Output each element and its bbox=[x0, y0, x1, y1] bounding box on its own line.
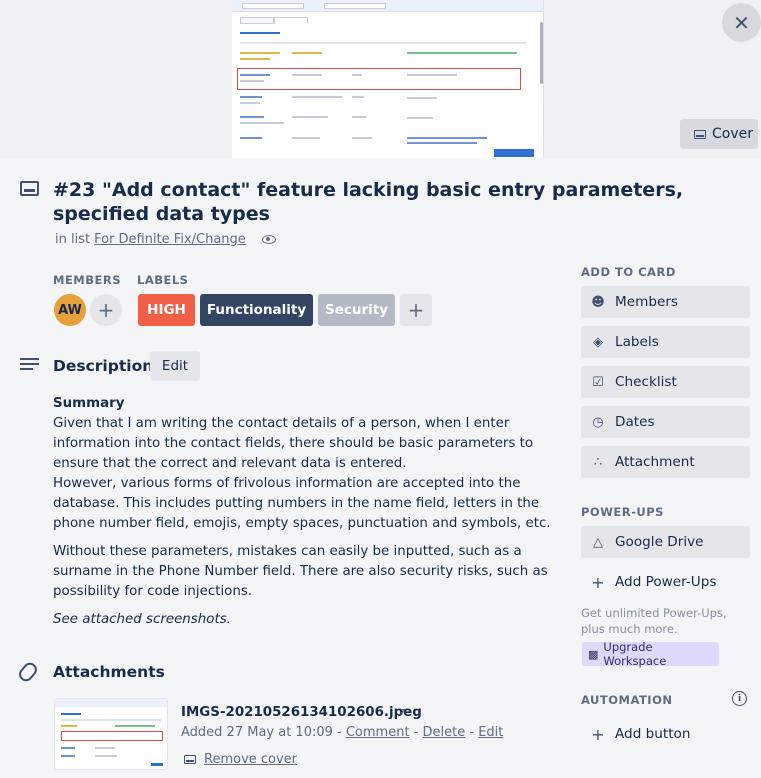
attachment-meta: Added 27 May at 10:09 - Comment - Delete… bbox=[181, 725, 503, 740]
attachment-button-label: Attachment bbox=[615, 454, 695, 470]
card-title-icon bbox=[20, 181, 39, 196]
description-paragraph-3: Without these parameters, mistakes can e… bbox=[53, 544, 548, 599]
close-icon: ✕ bbox=[733, 10, 750, 35]
description-note: See attached screenshots. bbox=[53, 612, 231, 627]
label-security[interactable]: Security bbox=[318, 294, 395, 326]
briefcase-icon: ▩ bbox=[588, 647, 599, 661]
label-functionality[interactable]: Functionality bbox=[200, 294, 313, 326]
google-drive-button[interactable]: △ Google Drive bbox=[581, 526, 750, 558]
info-icon[interactable]: i bbox=[732, 691, 747, 706]
attachments-heading: Attachments bbox=[53, 663, 165, 681]
members-heading: MEMBERS bbox=[53, 273, 122, 287]
attachment-file-name[interactable]: IMGS-20210526134102606.jpeg bbox=[181, 705, 422, 720]
description-icon bbox=[20, 358, 39, 373]
google-drive-label: Google Drive bbox=[615, 534, 704, 550]
members-button-label: Members bbox=[615, 294, 678, 310]
upgrade-workspace-label: Upgrade Workspace bbox=[603, 640, 667, 668]
member-avatar[interactable]: AW bbox=[54, 294, 86, 326]
members-button[interactable]: ☻ Members bbox=[581, 286, 750, 318]
attachment-thumbnail[interactable] bbox=[54, 698, 168, 770]
watch-eye-icon[interactable] bbox=[261, 235, 276, 244]
add-button-button[interactable]: + Add button bbox=[581, 718, 750, 750]
description-edit-button[interactable]: Edit bbox=[150, 351, 200, 381]
upgrade-workspace-button[interactable]: ▩ Upgrade Workspace bbox=[582, 640, 719, 668]
summary-heading: Summary bbox=[53, 396, 125, 411]
close-button[interactable]: ✕ bbox=[722, 3, 761, 42]
labels-button-label: Labels bbox=[615, 334, 659, 350]
add-label-button[interactable]: + bbox=[400, 294, 432, 326]
description-paragraph-2: However, various forms of frivolous info… bbox=[53, 476, 551, 531]
attachment-button[interactable]: ∴ Attachment bbox=[581, 446, 750, 478]
google-drive-icon: △ bbox=[593, 534, 603, 550]
paperclip-icon: ∴ bbox=[593, 454, 603, 470]
label-high[interactable]: HIGH bbox=[138, 294, 195, 326]
checklist-button[interactable]: ☑ Checklist bbox=[581, 366, 750, 398]
remove-cover-label: Remove cover bbox=[204, 752, 298, 767]
tag-icon: ◈ bbox=[593, 334, 603, 350]
dates-button[interactable]: ◷ Dates bbox=[581, 406, 750, 438]
plus-icon: + bbox=[591, 572, 605, 592]
add-power-ups-button[interactable]: + Add Power-Ups bbox=[581, 566, 750, 598]
attachment-comment-link[interactable]: Comment bbox=[346, 725, 410, 740]
description-heading: Description bbox=[53, 357, 154, 375]
card-title[interactable]: #23 "Add contact" feature lacking basic … bbox=[53, 178, 733, 226]
labels-heading: LABELS bbox=[137, 273, 189, 287]
description-paragraph-1: Given that I am writing the contact deta… bbox=[53, 416, 534, 471]
card-icon bbox=[694, 129, 706, 139]
plus-icon: + bbox=[407, 298, 425, 322]
cover-screenshot-image bbox=[232, 0, 544, 158]
add-button-label: Add button bbox=[615, 726, 691, 742]
automation-heading: AUTOMATION bbox=[581, 693, 673, 707]
cover-button[interactable]: Cover bbox=[680, 119, 758, 149]
external-link-icon[interactable]: ↗ bbox=[397, 705, 407, 719]
separator: - bbox=[465, 725, 479, 740]
add-power-ups-label: Add Power-Ups bbox=[615, 574, 717, 590]
power-ups-promo: Get unlimited Power-Ups, plus much more. bbox=[581, 606, 727, 636]
clock-icon: ◷ bbox=[592, 414, 604, 430]
remove-cover-link[interactable]: Remove cover bbox=[184, 752, 297, 767]
person-icon: ☻ bbox=[591, 294, 605, 310]
list-prefix: in list bbox=[55, 232, 91, 247]
labels-button[interactable]: ◈ Labels bbox=[581, 326, 750, 358]
checklist-button-label: Checklist bbox=[615, 374, 677, 390]
cover-scrollbar bbox=[540, 22, 543, 84]
description-body[interactable]: Summary Given that I am writing the cont… bbox=[53, 394, 569, 638]
list-info: in list For Definite Fix/Change bbox=[55, 232, 276, 247]
attachment-edit-link[interactable]: Edit bbox=[478, 725, 503, 740]
card-cover[interactable] bbox=[0, 0, 761, 158]
checklist-icon: ☑ bbox=[592, 374, 604, 390]
paperclip-icon bbox=[16, 659, 40, 685]
plus-icon: + bbox=[591, 724, 605, 744]
attachment-added-text: Added 27 May at 10:09 - bbox=[181, 725, 346, 740]
card-icon bbox=[184, 755, 196, 764]
plus-icon: + bbox=[97, 298, 115, 322]
dates-button-label: Dates bbox=[615, 414, 655, 430]
separator: - bbox=[409, 725, 423, 740]
add-member-button[interactable]: + bbox=[90, 294, 122, 326]
attachment-delete-link[interactable]: Delete bbox=[423, 725, 466, 740]
power-ups-heading: POWER-UPS bbox=[581, 505, 664, 519]
cover-button-label: Cover bbox=[712, 126, 753, 142]
add-to-card-heading: ADD TO CARD bbox=[581, 265, 676, 279]
list-link[interactable]: For Definite Fix/Change bbox=[94, 232, 246, 247]
